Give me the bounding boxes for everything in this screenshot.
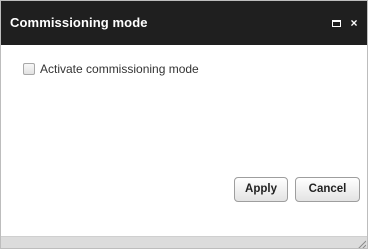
dialog-title: Commissioning mode — [10, 15, 148, 30]
dialog-footer — [1, 236, 367, 249]
cancel-button[interactable]: Cancel — [295, 177, 360, 202]
apply-button[interactable]: Apply — [234, 177, 288, 202]
maximize-icon[interactable] — [332, 20, 341, 27]
activate-commissioning-checkbox[interactable] — [23, 63, 35, 75]
commissioning-mode-dialog: Commissioning mode × Activate commission… — [0, 0, 368, 249]
activate-commissioning-checkbox-row[interactable]: Activate commissioning mode — [23, 62, 199, 76]
dialog-titlebar[interactable]: Commissioning mode × — [1, 1, 367, 45]
resize-grip-icon[interactable] — [356, 239, 366, 249]
activate-commissioning-label[interactable]: Activate commissioning mode — [40, 62, 199, 76]
close-icon[interactable]: × — [347, 14, 361, 32]
